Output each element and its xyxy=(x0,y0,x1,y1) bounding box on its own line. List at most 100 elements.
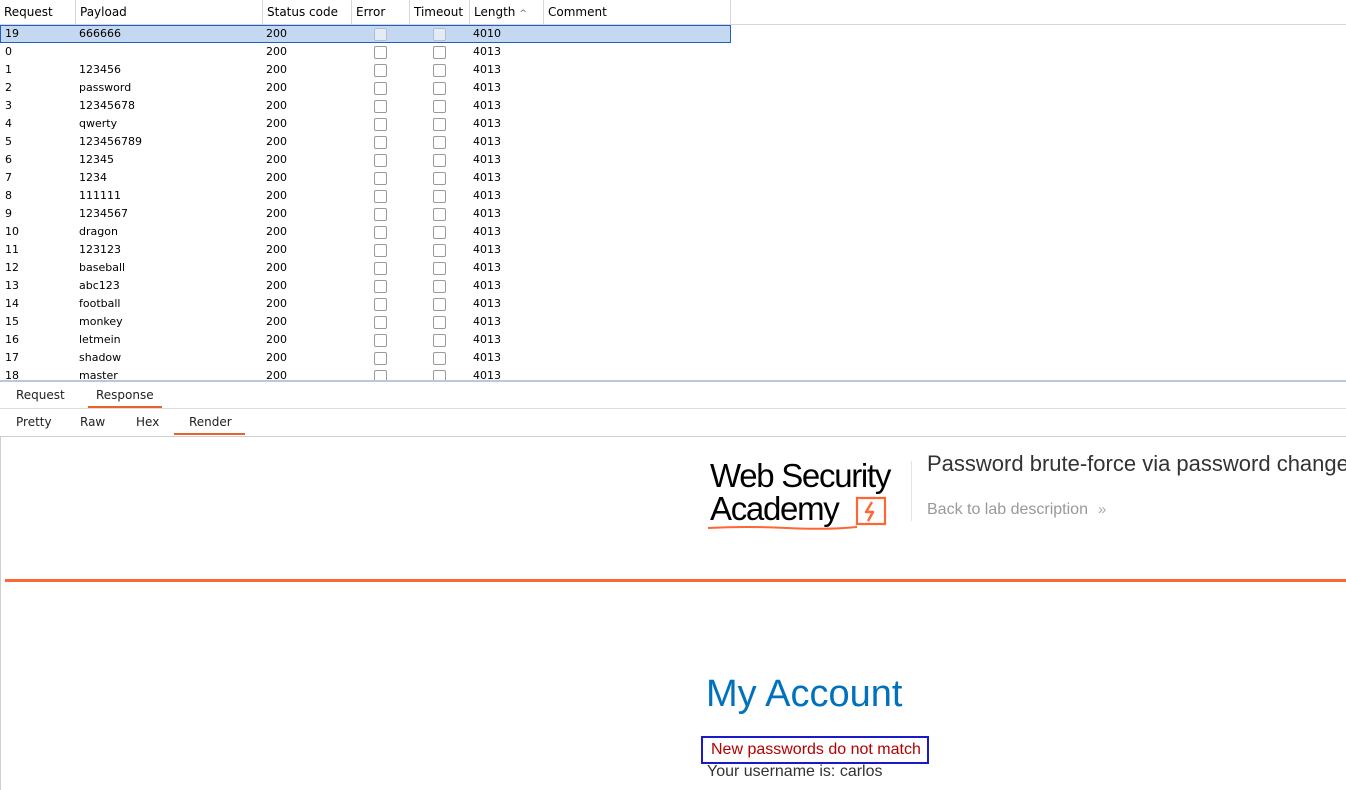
cell-request: 1 xyxy=(5,63,12,76)
timeout-checkbox xyxy=(433,334,446,347)
cell-request: 18 xyxy=(5,369,19,381)
error-checkbox xyxy=(374,280,387,293)
cell-payload: 111111 xyxy=(79,189,121,202)
table-row[interactable]: 13 abc123 200 4013 xyxy=(0,277,731,295)
cell-request: 15 xyxy=(5,315,19,328)
cell-request: 13 xyxy=(5,279,19,292)
table-row[interactable]: 1 123456 200 4013 xyxy=(0,61,731,79)
table-row[interactable]: 17 shadow 200 4013 xyxy=(0,349,731,367)
column-header-length[interactable]: Length ^ xyxy=(470,0,544,24)
cell-length: 4013 xyxy=(473,225,501,238)
table-row[interactable]: 2 password 200 4013 xyxy=(0,79,731,97)
sort-ascending-icon: ^ xyxy=(519,9,527,19)
cell-status-code: 200 xyxy=(266,171,287,184)
cell-payload: 1234 xyxy=(79,171,107,184)
cell-status-code: 200 xyxy=(266,207,287,220)
column-header-label: Error xyxy=(356,5,386,19)
timeout-checkbox xyxy=(433,226,446,239)
table-row[interactable]: 11 123123 200 4013 xyxy=(0,241,731,259)
table-row[interactable]: 5 123456789 200 4013 xyxy=(0,133,731,151)
cell-status-code: 200 xyxy=(266,189,287,202)
timeout-checkbox xyxy=(433,46,446,59)
table-row[interactable]: 4 qwerty 200 4013 xyxy=(0,115,731,133)
error-checkbox xyxy=(374,334,387,347)
cell-length: 4013 xyxy=(473,297,501,310)
table-row[interactable]: 7 1234 200 4013 xyxy=(0,169,731,187)
column-header-timeout[interactable]: Timeout xyxy=(410,0,470,24)
tab-pretty[interactable]: Pretty xyxy=(8,409,60,435)
column-header-label: Request xyxy=(4,5,53,19)
cell-payload: monkey xyxy=(79,315,123,328)
cell-request: 2 xyxy=(5,81,12,94)
timeout-checkbox xyxy=(433,280,446,293)
render-pane: Web Security Academy Password brute-forc… xyxy=(0,437,1346,790)
table-row[interactable]: 14 football 200 4013 xyxy=(0,295,731,313)
cell-length: 4013 xyxy=(473,351,501,364)
table-row[interactable]: 15 monkey 200 4013 xyxy=(0,313,731,331)
cell-request: 11 xyxy=(5,243,19,256)
cell-request: 12 xyxy=(5,261,19,274)
cell-length: 4013 xyxy=(473,189,501,202)
cell-length: 4013 xyxy=(473,243,501,256)
tab-request[interactable]: Request xyxy=(8,382,73,408)
timeout-checkbox xyxy=(433,136,446,149)
column-header-error[interactable]: Error xyxy=(352,0,410,24)
web-security-academy-logo[interactable]: Web Security Academy xyxy=(707,457,911,531)
cell-length: 4013 xyxy=(473,99,501,112)
cell-length: 4013 xyxy=(473,135,501,148)
cell-status-code: 200 xyxy=(266,333,287,346)
error-checkbox xyxy=(374,154,387,167)
table-row[interactable]: 10 dragon 200 4013 xyxy=(0,223,731,241)
cell-payload: baseball xyxy=(79,261,126,274)
column-header-label: Length xyxy=(474,5,516,19)
table-row[interactable]: 6 12345 200 4013 xyxy=(0,151,731,169)
table-row[interactable]: 3 12345678 200 4013 xyxy=(0,97,731,115)
cell-payload: 123123 xyxy=(79,243,121,256)
table-row[interactable]: 8 111111 200 4013 xyxy=(0,187,731,205)
cell-request: 0 xyxy=(5,45,12,58)
logo-underline-icon xyxy=(707,526,858,530)
tab-hex[interactable]: Hex xyxy=(128,409,167,435)
double-chevron-right-icon: » xyxy=(1097,501,1107,518)
table-row[interactable]: 12 baseball 200 4013 xyxy=(0,259,731,277)
logo-text-line2: Academy xyxy=(710,490,840,527)
cell-payload: football xyxy=(79,297,121,310)
error-checkbox xyxy=(374,316,387,329)
tab-render[interactable]: Render xyxy=(174,409,245,435)
cell-status-code: 200 xyxy=(266,81,287,94)
error-checkbox xyxy=(374,82,387,95)
column-header-status-code[interactable]: Status code xyxy=(263,0,352,24)
back-to-lab-link[interactable]: Back to lab description » xyxy=(927,501,1106,519)
column-header-payload[interactable]: Payload xyxy=(76,0,263,24)
column-header-request[interactable]: Request xyxy=(0,0,76,24)
column-header-label: Status code xyxy=(267,5,338,19)
logo-text-line1: Web Security xyxy=(710,457,891,494)
timeout-checkbox xyxy=(433,100,446,113)
cell-length: 4013 xyxy=(473,315,501,328)
cell-status-code: 200 xyxy=(266,63,287,76)
cell-status-code: 200 xyxy=(266,261,287,274)
table-row[interactable]: 18 master 200 4013 xyxy=(0,367,731,381)
table-row[interactable]: 16 letmein 200 4013 xyxy=(0,331,731,349)
cell-request: 9 xyxy=(5,207,12,220)
cell-payload: abc123 xyxy=(79,279,120,292)
error-checkbox xyxy=(374,28,387,41)
cell-length: 4013 xyxy=(473,261,501,274)
cell-status-code: 200 xyxy=(266,135,287,148)
cell-length: 4013 xyxy=(473,81,501,94)
timeout-checkbox xyxy=(433,28,446,41)
error-checkbox xyxy=(374,172,387,185)
table-row[interactable]: 9 1234567 200 4013 xyxy=(0,205,731,223)
column-header-label: Timeout xyxy=(414,5,464,19)
username-text: Your username is: carlos xyxy=(707,763,883,780)
table-row[interactable]: 19 666666 200 4010 xyxy=(0,25,731,43)
tab-response[interactable]: Response xyxy=(88,382,162,408)
logo-lightning-icon xyxy=(855,496,887,526)
error-checkbox xyxy=(374,262,387,275)
tab-raw[interactable]: Raw xyxy=(72,409,113,435)
error-message: New passwords do not match xyxy=(701,736,929,764)
timeout-checkbox xyxy=(433,208,446,221)
cell-request: 16 xyxy=(5,333,19,346)
column-header-comment[interactable]: Comment xyxy=(544,0,731,24)
table-row[interactable]: 0 200 4013 xyxy=(0,43,731,61)
